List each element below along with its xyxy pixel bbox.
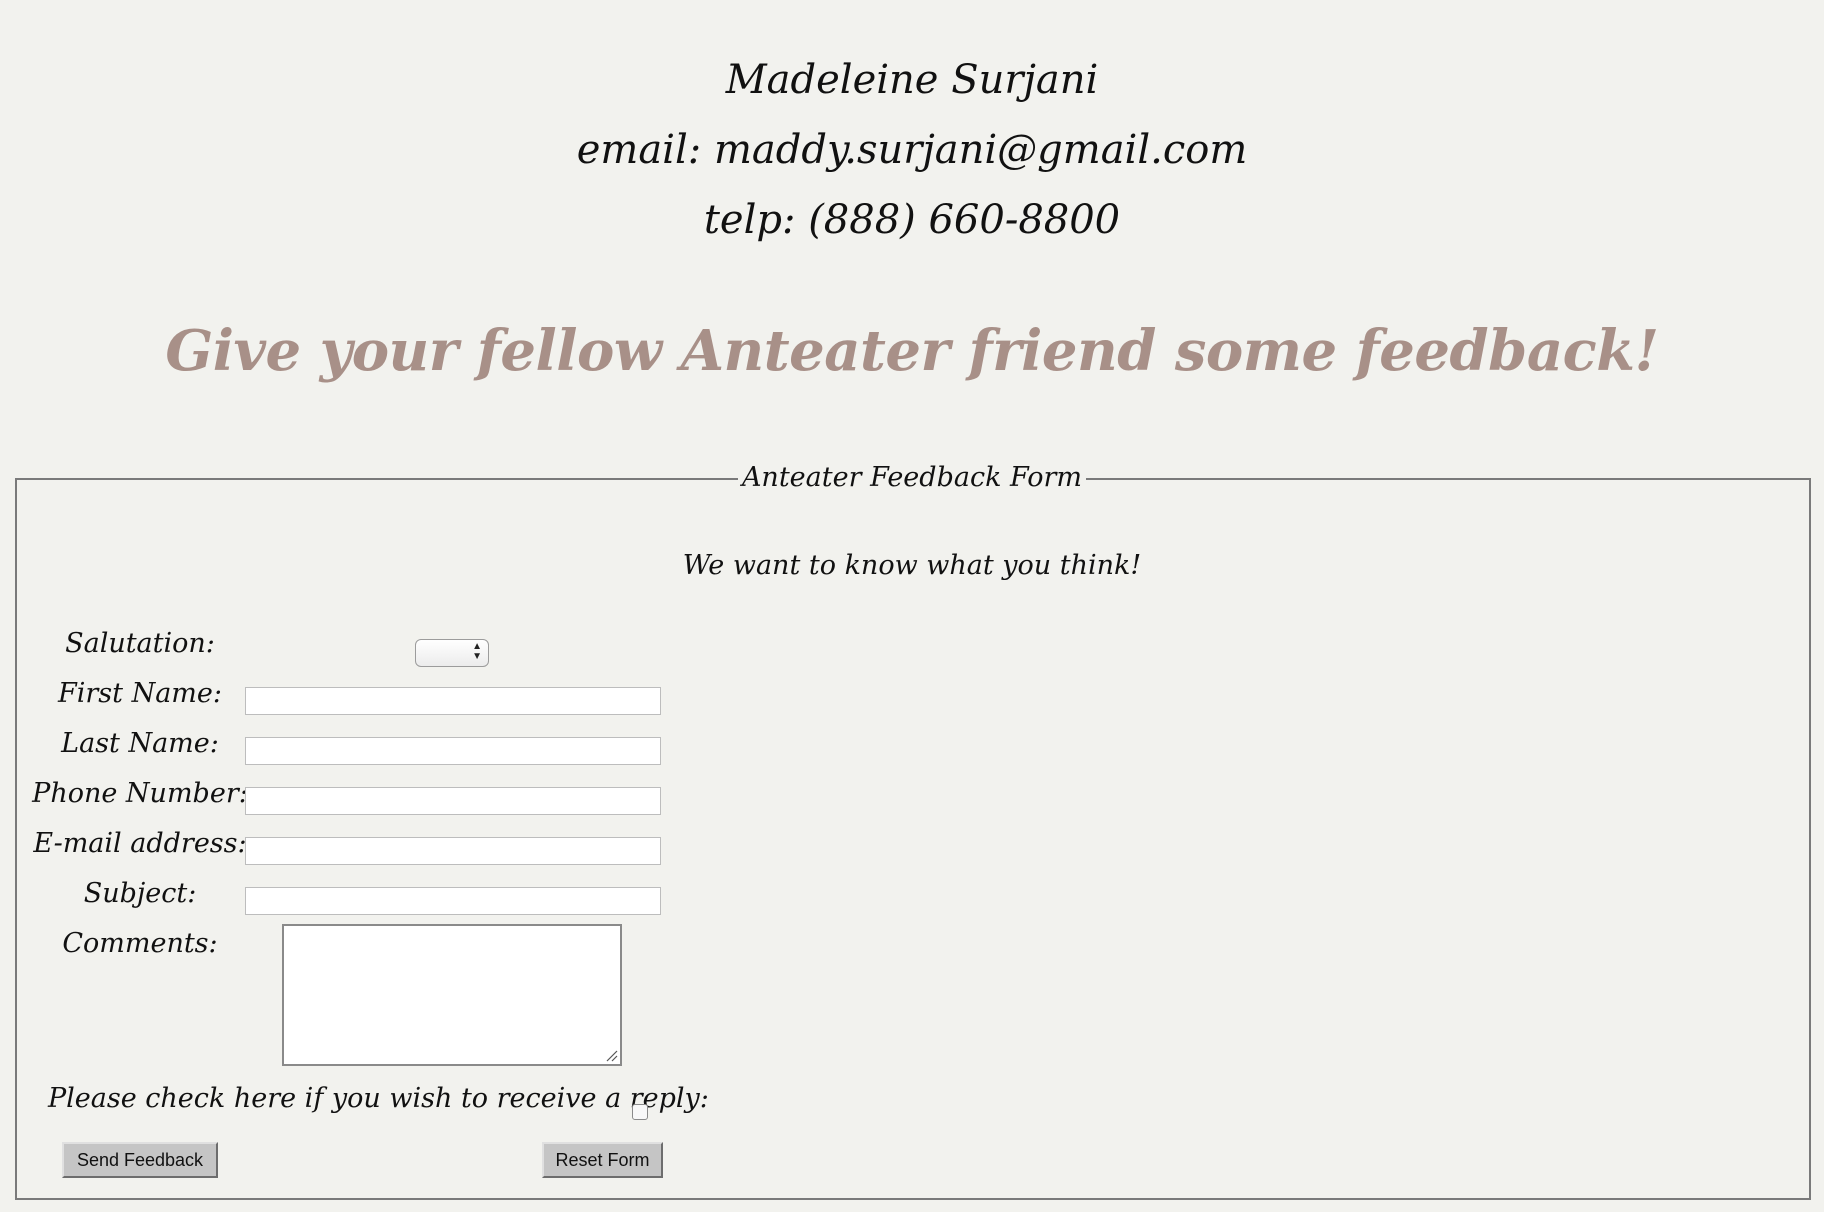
salutation-label: Salutation:	[65, 628, 215, 659]
phone-number-label: Phone Number:	[32, 778, 248, 809]
contact-email: email: maddy.surjani@gmail.com	[576, 127, 1248, 173]
resize-grip-icon[interactable]	[604, 1048, 618, 1062]
form-legend-text: Anteater Feedback Form	[737, 462, 1087, 493]
email-address-label: E-mail address:	[33, 828, 247, 859]
contact-name: Madeleine Surjani	[725, 57, 1099, 103]
form-intro: We want to know what you think!	[682, 550, 1142, 581]
salutation-select[interactable]: ▲ ▼	[415, 639, 489, 667]
reply-checkbox[interactable]	[632, 1104, 648, 1120]
last-name-input[interactable]	[245, 737, 661, 765]
subject-label: Subject:	[83, 878, 197, 909]
contact-header: Madeleine Surjani email: maddy.surjani@g…	[0, 45, 1824, 255]
send-feedback-button[interactable]: Send Feedback	[62, 1142, 218, 1178]
reset-form-button[interactable]: Reset Form	[542, 1142, 663, 1178]
email-address-input[interactable]	[245, 837, 661, 865]
contact-phone: telp: (888) 660-8800	[703, 197, 1121, 243]
subject-input[interactable]	[245, 887, 661, 915]
select-arrows-icon: ▲ ▼	[472, 641, 482, 662]
first-name-label: First Name:	[58, 678, 222, 709]
reply-label: Please check here if you wish to receive…	[48, 1083, 709, 1114]
first-name-input[interactable]	[245, 687, 661, 715]
comments-textarea[interactable]	[282, 924, 622, 1066]
page-tagline: Give your fellow Anteater friend some fe…	[165, 318, 1659, 384]
last-name-label: Last Name:	[61, 728, 219, 759]
phone-number-input[interactable]	[245, 787, 661, 815]
comments-label: Comments:	[62, 928, 218, 959]
